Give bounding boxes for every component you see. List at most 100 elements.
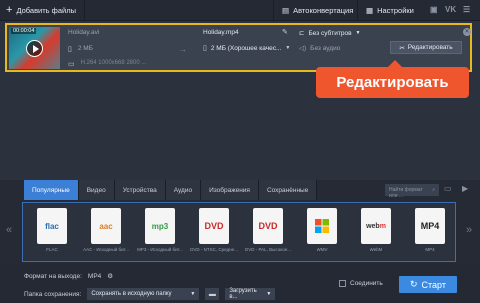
scissors-icon: ✂ bbox=[399, 44, 405, 52]
youtube-icon[interactable]: ▣ bbox=[430, 5, 438, 14]
format-item-wmv[interactable]: WMV bbox=[297, 208, 347, 258]
output-format-value: MP4 bbox=[87, 272, 102, 280]
device-detect-icon[interactable]: ▭ bbox=[444, 184, 452, 193]
search-placeholder: Найти формат или ... bbox=[389, 187, 423, 199]
dvd-icon: DVD bbox=[253, 208, 283, 244]
output-filename[interactable]: Holiday.mp4 bbox=[203, 29, 239, 36]
source-filename: Holiday.avi bbox=[68, 29, 100, 36]
pencil-icon[interactable]: ✎ bbox=[282, 28, 288, 36]
windows-icon bbox=[307, 208, 337, 244]
settings-button[interactable]: ▦ Настройки bbox=[357, 0, 422, 21]
folder-icon: ▤ bbox=[282, 6, 290, 15]
plus-icon: + bbox=[6, 4, 13, 16]
format-item-flac[interactable]: flac FLAC bbox=[27, 208, 77, 258]
merge-checkbox[interactable]: Соединить bbox=[339, 280, 383, 287]
format-label: WMV bbox=[316, 247, 328, 252]
output-format-label: Формат на выходе: bbox=[24, 272, 82, 280]
auto-convert-label: Автоконвертация bbox=[293, 6, 354, 15]
subtitles-label: Без субтитров bbox=[308, 29, 352, 37]
tab-audio[interactable]: Аудио bbox=[165, 180, 202, 200]
source-meta: H.264 1000x668 2800 ... bbox=[80, 60, 147, 66]
tab-images[interactable]: Изображения bbox=[201, 180, 259, 200]
start-button[interactable]: ↻ Старт bbox=[399, 276, 457, 293]
start-label: Старт bbox=[421, 279, 446, 290]
format-label: WebM bbox=[369, 247, 383, 252]
mp4-icon: MP4 bbox=[415, 208, 445, 244]
format-item-mp4[interactable]: MP4 MP4 bbox=[405, 208, 455, 258]
format-tabs: Популярные Видео Устройства Аудио Изобра… bbox=[24, 180, 318, 200]
format-item-webm[interactable]: web m WebM bbox=[351, 208, 401, 258]
dvd-icon: DVD bbox=[199, 208, 229, 244]
settings-label: Настройки bbox=[377, 6, 414, 15]
format-item-dvd-pal[interactable]: DVD DVD - PAL, Высокое... bbox=[243, 208, 293, 258]
scroll-right-icon[interactable]: » bbox=[466, 224, 472, 236]
gear-icon[interactable]: ⚙ bbox=[107, 272, 113, 280]
refresh-icon: ↻ bbox=[409, 279, 418, 289]
save-folder-label: Папка сохранения: bbox=[24, 290, 82, 298]
webcam-icon[interactable]: ▶ bbox=[462, 184, 468, 193]
merge-label: Соединить bbox=[350, 280, 383, 287]
format-item-dvd-ntsc[interactable]: DVD DVD - NTSC, Средне... bbox=[189, 208, 239, 258]
webm-icon: web m bbox=[361, 208, 391, 244]
subtitles-icon: ⊏ bbox=[299, 30, 305, 37]
aac-icon: aac bbox=[91, 208, 121, 244]
format-label: FLAC bbox=[46, 247, 58, 252]
search-icon: ⌕ bbox=[432, 187, 435, 193]
file-icon: ▯ bbox=[68, 46, 72, 53]
checkbox-icon[interactable] bbox=[339, 280, 346, 287]
format-label: DVD - NTSC, Средне... bbox=[190, 247, 238, 252]
audio-label: Без аудио bbox=[310, 44, 341, 52]
close-icon[interactable]: ✕ bbox=[463, 28, 471, 36]
upload-label: Загрузить в... bbox=[229, 288, 257, 300]
file-icon: ▯ bbox=[203, 45, 207, 52]
save-folder-row: Папка сохранения: Сохранять в исходную п… bbox=[24, 288, 276, 300]
output-size: 2 МБ (Хорошее качес... bbox=[210, 44, 282, 52]
format-label: DVD - PAL, Высокое... bbox=[245, 247, 291, 252]
play-icon[interactable] bbox=[26, 40, 43, 57]
edit-button-label: Редактировать bbox=[407, 44, 453, 51]
bottom-bar: Формат на выходе: MP4 ⚙ Папка сохранения… bbox=[0, 265, 480, 303]
edit-button[interactable]: ✂ Редактировать bbox=[390, 41, 462, 54]
format-search-input[interactable]: Найти формат или ... ⌕ bbox=[385, 184, 439, 199]
video-thumbnail[interactable]: 00:00:04 bbox=[9, 27, 60, 69]
tab-video[interactable]: Видео bbox=[78, 180, 115, 200]
subtitles-select[interactable]: ⊏ Без субтитров ▼ bbox=[299, 29, 361, 38]
chevron-down-icon: ▼ bbox=[190, 291, 196, 297]
audio-select[interactable]: ◁) Без аудио bbox=[299, 44, 341, 53]
tab-devices[interactable]: Устройства bbox=[114, 180, 166, 200]
auto-convert-button[interactable]: ▤ Автоконвертация bbox=[273, 0, 357, 21]
save-folder-value: Сохранять в исходную папку bbox=[91, 291, 172, 297]
video-icon: ▭ bbox=[68, 61, 75, 68]
chevron-down-icon: ▼ bbox=[355, 30, 361, 36]
add-files-button[interactable]: + Добавить файлы bbox=[0, 0, 85, 21]
flac-icon: flac bbox=[37, 208, 67, 244]
source-meta-row: ▭ H.264 1000x668 2800 ... bbox=[68, 60, 146, 68]
format-label: MP4 bbox=[425, 247, 435, 252]
audio-icon: ◁) bbox=[299, 45, 307, 52]
thumbnail-duration: 00:00:04 bbox=[11, 28, 37, 34]
chevron-down-icon: ▼ bbox=[266, 291, 272, 297]
tab-saved[interactable]: Сохранённые bbox=[258, 180, 318, 200]
settings-icon: ▦ bbox=[366, 6, 374, 15]
edit-tooltip: Редактировать bbox=[316, 60, 469, 98]
arrow-right-icon: → bbox=[179, 45, 187, 54]
scroll-left-icon[interactable]: « bbox=[6, 224, 12, 236]
source-size-row: ▯ 2 МБ bbox=[68, 45, 93, 53]
mp3-icon: mp3 bbox=[145, 208, 175, 244]
formats-grid: flac FLAC aac AAC - Исходный бит... mp3 … bbox=[22, 202, 456, 262]
add-files-label: Добавить файлы bbox=[16, 6, 76, 15]
format-label: MP3 - Исходный бит... bbox=[137, 247, 183, 252]
upload-select[interactable]: Загрузить в... ▼ bbox=[225, 288, 276, 300]
output-format-row: Формат на выходе: MP4 ⚙ bbox=[24, 272, 113, 281]
output-quality-select[interactable]: ▯ 2 МБ (Хорошее качес... ▼ bbox=[203, 44, 291, 53]
format-panel: Популярные Видео Устройства Аудио Изобра… bbox=[0, 180, 480, 265]
folder-icon[interactable]: ▬ bbox=[205, 288, 220, 300]
format-item-mp3[interactable]: mp3 MP3 - Исходный бит... bbox=[135, 208, 185, 258]
vk-icon[interactable]: VK bbox=[445, 5, 456, 14]
format-item-aac[interactable]: aac AAC - Исходный бит... bbox=[81, 208, 131, 258]
menu-icon[interactable]: ☰ bbox=[463, 5, 470, 14]
save-folder-select[interactable]: Сохранять в исходную папку ▼ bbox=[87, 288, 200, 300]
tab-popular[interactable]: Популярные bbox=[24, 180, 79, 200]
format-label: AAC - Исходный бит... bbox=[83, 247, 129, 252]
chevron-down-icon: ▼ bbox=[285, 45, 291, 51]
